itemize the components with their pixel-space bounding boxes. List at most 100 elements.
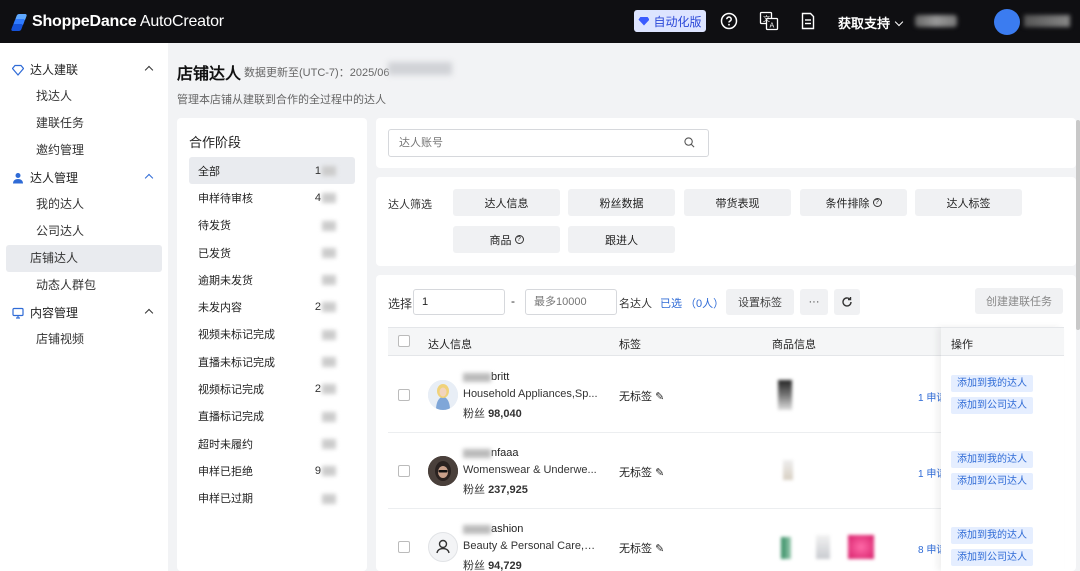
stage-item[interactable]: 视频未标记完成 [189,321,355,348]
stage-label: 申样待审核 [198,192,253,205]
row-checkbox[interactable] [398,541,410,553]
product-thumbnail[interactable] [783,460,793,480]
sidebar-item-find-creators[interactable]: 找达人 [6,83,162,110]
stage-item[interactable]: 申样已拒绝 9 [189,457,355,484]
header-product-info: 商品信息 [772,339,816,351]
translate-icon[interactable]: 文A [759,11,779,31]
sidebar-group-content-management[interactable]: 内容管理 [0,299,168,326]
stage-item[interactable]: 已发货 [189,239,355,266]
data-update-time: 数据更新至(UTC-7)：2025/06 [244,67,390,79]
sidebar-item-store-videos[interactable]: 店铺视频 [6,326,162,353]
filter-exclusion[interactable]: 条件排除? [800,189,907,216]
chevron-up-icon [144,173,154,183]
select-all-checkbox[interactable] [398,335,410,347]
stage-count: 4 [314,191,321,204]
filter-fan-data[interactable]: 粉丝数据 [568,189,675,216]
stage-item[interactable]: 申样待审核 4 [189,184,355,211]
sidebar-item-my-creators[interactable]: 我的达人 [6,191,162,218]
stage-count-blurred [322,193,336,204]
selected-count[interactable]: 已选 （0人） [660,295,724,311]
stage-count-blurred [322,493,336,504]
stage-item[interactable]: 全部 1 [189,157,355,185]
sidebar-item-outreach-tasks[interactable]: 建联任务 [6,110,162,137]
row-checkbox[interactable] [398,465,410,477]
stage-count-blurred [322,384,336,395]
filter-follower[interactable]: 跟进人 [568,226,675,253]
app-name: ShoppeDance AutoCreator [32,12,224,30]
creator-account-search-input[interactable] [388,129,709,157]
stage-label: 直播未标记完成 [198,356,275,369]
creator-name[interactable]: britt [463,371,509,383]
svg-text:A: A [770,22,775,30]
support-menu[interactable]: 获取支持 [838,13,904,32]
user-name-blurred [915,15,957,27]
sidebar-item-invitations[interactable]: 邀约管理 [6,137,162,164]
stage-label: 申样已过期 [198,493,253,506]
creator-tag: 无标签 ✎ [619,391,665,403]
product-thumbnail[interactable] [848,535,874,559]
avatar[interactable] [428,380,458,410]
user-info-blurred [1024,15,1070,27]
page-scrollbar[interactable] [1076,120,1080,330]
app-logo[interactable]: ShoppeDance AutoCreator [10,12,224,31]
select-from-input[interactable] [413,289,505,315]
range-dash: - [511,294,515,308]
edit-icon[interactable]: ✎ [655,543,664,555]
search-icon[interactable] [684,137,695,148]
edit-icon[interactable]: ✎ [655,467,664,479]
set-tag-button[interactable]: 设置标签 [726,289,794,315]
automation-version-button[interactable]: 自动化版 [634,10,706,32]
sidebar-item-company-creators[interactable]: 公司达人 [6,218,162,245]
creator-name[interactable]: nfaaa [463,447,519,459]
create-outreach-task-button[interactable]: 创建建联任务 [975,288,1063,314]
stage-item[interactable]: 直播标记完成 [189,403,355,430]
filter-panel: 达人筛选 达人信息 粉丝数据 带货表现 条件排除? 达人标签 商品? 跟进人 [376,177,1076,266]
creator-name[interactable]: ashion [463,523,523,535]
add-to-my-creators-button[interactable]: 添加到我的达人 [951,375,1033,392]
refresh-icon [842,297,852,307]
document-icon[interactable] [798,11,818,31]
stage-label: 逾期未发货 [198,274,253,287]
refresh-button[interactable] [834,289,860,315]
stage-label: 视频标记完成 [198,384,264,397]
stage-label: 申样已拒绝 [198,465,253,478]
sidebar-group-creator-outreach[interactable]: 达人建联 [0,56,168,83]
select-to-input[interactable] [525,289,617,315]
stage-item[interactable]: 直播未标记完成 [189,348,355,375]
stage-item[interactable]: 视频标记完成 2 [189,375,355,402]
user-avatar[interactable] [994,9,1020,35]
page-title: 店铺达人 [177,66,242,83]
sidebar-item-dynamic-audience[interactable]: 动态人群包 [6,272,162,299]
filter-creator-tags[interactable]: 达人标签 [915,189,1022,216]
header-tag: 标签 [619,339,641,351]
stage-item[interactable]: 逾期未发货 [189,266,355,293]
filter-sales-performance[interactable]: 带货表现 [684,189,791,216]
add-to-my-creators-button[interactable]: 添加到我的达人 [951,527,1033,544]
sidebar-item-store-creators[interactable]: 店铺达人 [6,245,162,272]
row-checkbox[interactable] [398,389,410,401]
product-thumbnail[interactable] [781,537,791,559]
add-to-my-creators-button[interactable]: 添加到我的达人 [951,451,1033,468]
user-icon [13,172,23,183]
filter-creator-info[interactable]: 达人信息 [453,189,560,216]
more-button[interactable]: ··· [800,289,828,315]
product-thumbnail[interactable] [816,535,830,559]
add-to-company-creators-button[interactable]: 添加到公司达人 [951,473,1033,490]
add-to-company-creators-button[interactable]: 添加到公司达人 [951,397,1033,414]
avatar[interactable] [428,532,458,562]
sidebar-group-creator-management[interactable]: 达人管理 [0,164,168,191]
chevron-up-icon [144,65,154,75]
stage-item[interactable]: 未发内容 2 [189,293,355,320]
creator-tag: 无标签 ✎ [619,467,665,479]
stage-item[interactable]: 待发货 [189,212,355,239]
edit-icon[interactable]: ✎ [655,391,664,403]
avatar[interactable] [428,456,458,486]
filter-product[interactable]: 商品? [453,226,560,253]
stage-count-blurred [322,247,336,258]
add-to-company-creators-button[interactable]: 添加到公司达人 [951,549,1033,566]
stage-item[interactable]: 超时未履约 [189,430,355,457]
product-thumbnail[interactable] [778,380,792,410]
stage-item[interactable]: 申样已过期 [189,485,355,512]
header-operations: 操作 [941,327,1064,356]
help-circle-icon[interactable] [719,11,739,31]
